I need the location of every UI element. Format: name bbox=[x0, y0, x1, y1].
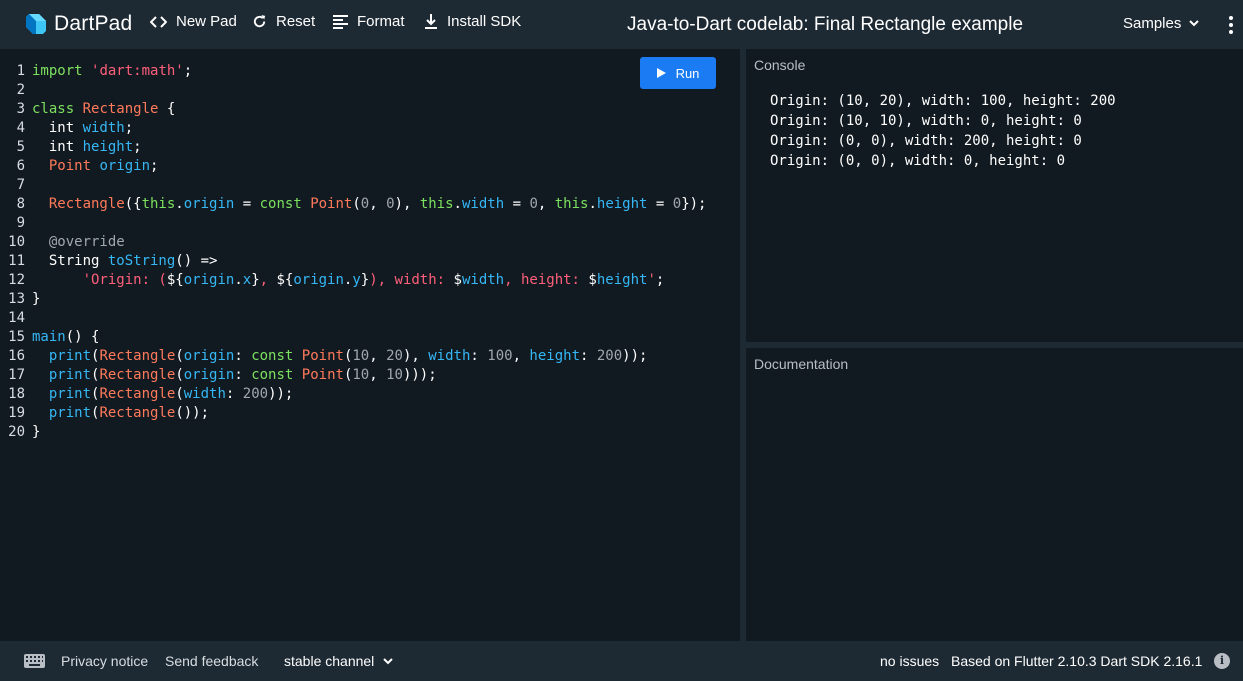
app-name: DartPad bbox=[54, 12, 133, 35]
refresh-icon bbox=[253, 14, 266, 28]
send-feedback-link[interactable]: Send feedback bbox=[165, 653, 258, 669]
install-sdk-button[interactable]: Install SDK bbox=[424, 13, 521, 30]
new-pad-button[interactable]: New Pad bbox=[150, 13, 237, 30]
status-bar: Privacy notice Send feedback stable chan… bbox=[0, 641, 1243, 681]
format-button[interactable]: Format bbox=[333, 13, 405, 30]
app-header: DartPad New Pad Reset Format Install SDK… bbox=[0, 0, 1243, 49]
channel-label: stable channel bbox=[284, 653, 375, 669]
samples-label: Samples bbox=[1123, 15, 1182, 32]
run-label: Run bbox=[675, 65, 700, 81]
install-sdk-label: Install SDK bbox=[447, 13, 522, 30]
keyboard-icon[interactable] bbox=[24, 654, 45, 668]
more-vert-icon[interactable] bbox=[1229, 16, 1235, 37]
documentation-title: Documentation bbox=[754, 356, 849, 372]
console-title: Console bbox=[754, 57, 806, 73]
dart-logo-icon bbox=[26, 14, 46, 34]
page-title: Java-to-Dart codelab: Final Rectangle ex… bbox=[627, 14, 1024, 35]
chevron-down-icon bbox=[383, 657, 394, 664]
samples-dropdown[interactable]: Samples bbox=[1123, 15, 1200, 32]
reset-button[interactable]: Reset bbox=[252, 13, 315, 30]
console-line: Origin: (0, 0), width: 200, height: 0 bbox=[770, 133, 1082, 149]
console-panel: Console Origin: (10, 20), width: 100, he… bbox=[746, 49, 1243, 342]
download-icon bbox=[425, 14, 437, 29]
play-icon bbox=[656, 68, 666, 78]
format-label: Format bbox=[357, 13, 405, 30]
console-line: Origin: (0, 0), width: 0, height: 0 bbox=[770, 153, 1066, 169]
run-button[interactable]: Run bbox=[640, 57, 716, 89]
console-line: Origin: (10, 20), width: 100, height: 20… bbox=[770, 93, 1116, 109]
new-pad-label: New Pad bbox=[176, 13, 237, 30]
reset-label: Reset bbox=[276, 13, 316, 30]
issues-status[interactable]: no issues bbox=[880, 653, 939, 669]
version-info: Based on Flutter 2.10.3 Dart SDK 2.16.1 bbox=[951, 653, 1203, 669]
channel-dropdown[interactable]: stable channel bbox=[284, 653, 394, 669]
console-output: Origin: (10, 20), width: 100, height: 20… bbox=[770, 91, 1116, 171]
code-editor[interactable]: 1 import 'dart:math'; 2 3 class Rectangle … bbox=[0, 49, 740, 641]
console-line: Origin: (10, 10), width: 0, height: 0 bbox=[770, 113, 1082, 129]
documentation-panel: Documentation bbox=[746, 348, 1243, 641]
dartpad-logo[interactable]: DartPad bbox=[24, 12, 132, 36]
chevron-down-icon bbox=[1189, 20, 1200, 27]
code-brackets-icon bbox=[150, 15, 167, 28]
format-lines-icon bbox=[333, 14, 348, 29]
info-icon[interactable]: i bbox=[1214, 653, 1230, 669]
privacy-notice-link[interactable]: Privacy notice bbox=[61, 653, 148, 669]
